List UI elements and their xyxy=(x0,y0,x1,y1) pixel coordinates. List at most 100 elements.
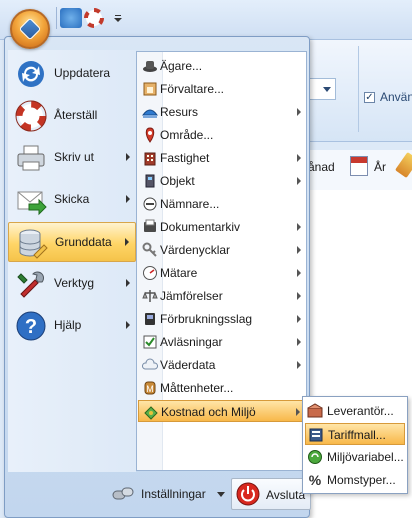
submenu-item-label: Kostnad och Miljö xyxy=(161,405,256,419)
submenu-arrow-icon xyxy=(296,408,300,416)
submenu-item-label: Väderdata xyxy=(160,358,216,372)
submenu-item-forvaltare[interactable]: Förvaltare... xyxy=(138,78,305,100)
menu-footer: Inställningar Avsluta xyxy=(8,474,311,516)
submenu-item-kostnad-och-miljo[interactable]: Kostnad och Miljö xyxy=(138,400,305,422)
chevron-down-icon xyxy=(217,492,225,497)
help-icon: ? xyxy=(15,310,47,342)
manager-icon xyxy=(142,81,158,97)
flyout-item-miljovariabel[interactable]: Miljövariabel... xyxy=(305,446,405,468)
submenu-item-dokumentarkiv[interactable]: Dokumentarkiv xyxy=(138,216,305,238)
menu-item-grunddata[interactable]: Grunddata xyxy=(8,222,136,262)
database-icon xyxy=(16,227,48,259)
readings-icon xyxy=(142,334,158,350)
ribbon-group: ✓ Använ xyxy=(300,40,412,142)
menu-item-hjalp[interactable]: ? Hjälp xyxy=(8,306,136,346)
flyout-item-leverantor[interactable]: Leverantör... xyxy=(305,400,405,422)
flyout-item-momstyper[interactable]: % Momstyper... xyxy=(305,469,405,491)
submenu-item-label: Ägare... xyxy=(160,59,203,73)
qat-customize-icon[interactable] xyxy=(112,8,124,28)
submenu-item-forbrukningsslag[interactable]: Förbrukningsslag xyxy=(138,308,305,330)
svg-text:M: M xyxy=(146,384,154,394)
property-icon xyxy=(142,150,158,166)
menu-item-label: Hjälp xyxy=(54,318,82,332)
submenu-item-label: Måttenheter... xyxy=(160,381,234,395)
flyout-item-label: Tariffmall... xyxy=(328,428,386,442)
qat-refresh-icon[interactable] xyxy=(60,8,82,28)
area-icon xyxy=(142,127,158,143)
svg-text:?: ? xyxy=(25,316,37,338)
send-mail-icon xyxy=(15,184,47,216)
pencil-icon[interactable] xyxy=(394,151,412,179)
submenu-item-label: Mätare xyxy=(160,266,198,280)
submenu-item-label: Resurs xyxy=(160,105,199,119)
submenu-item-fastighet[interactable]: Fastighet xyxy=(138,147,305,169)
consumption-type-icon xyxy=(142,311,158,327)
weather-icon xyxy=(141,357,159,373)
power-icon xyxy=(236,482,260,506)
denominator-icon xyxy=(142,196,158,212)
meter-icon xyxy=(142,265,158,281)
ribbon-checkbox[interactable]: ✓ xyxy=(364,92,375,103)
menu-item-uppdatera[interactable]: Uppdatera xyxy=(8,54,136,94)
year-button-label[interactable]: År xyxy=(374,160,386,174)
resource-icon xyxy=(142,104,158,120)
submenu-arrow-icon xyxy=(297,338,301,346)
submenu-item-mattenheter[interactable]: M Måttenheter... xyxy=(138,377,305,399)
submenu-item-label: Objekt xyxy=(160,174,195,188)
submenu-item-namnare[interactable]: Nämnare... xyxy=(138,193,305,215)
submenu-item-vaderdata[interactable]: Väderdata xyxy=(138,354,305,376)
ribbon-period-row: ånad År xyxy=(300,150,412,190)
submenu-arrow-icon xyxy=(297,292,301,300)
printer-icon xyxy=(15,142,47,174)
submenu-item-omrade[interactable]: Område... xyxy=(138,124,305,146)
menu-item-aterstall[interactable]: Återställ xyxy=(8,96,136,136)
submenu-arrow-icon xyxy=(297,246,301,254)
submenu-item-objekt[interactable]: Objekt xyxy=(138,170,305,192)
submenu-item-label: Avläsningar xyxy=(160,335,223,349)
flyout-item-label: Leverantör... xyxy=(327,404,394,418)
submenu-item-avlasningar[interactable]: Avläsningar xyxy=(138,331,305,353)
menu-item-label: Skicka xyxy=(54,192,90,206)
document-archive-icon xyxy=(142,219,158,235)
submenu-item-resurs[interactable]: Resurs xyxy=(138,101,305,123)
app-logo-icon xyxy=(18,17,42,41)
toolbar-separator xyxy=(56,7,57,29)
grunddata-submenu: Ägare... Förvaltare... Resurs Område... … xyxy=(136,51,307,471)
flyout-item-label: Miljövariabel... xyxy=(327,450,404,464)
menu-item-label: Skriv ut xyxy=(54,150,95,164)
menu-item-label: Uppdatera xyxy=(54,66,111,80)
environment-variable-icon xyxy=(307,449,323,465)
application-orb-button[interactable] xyxy=(10,9,50,49)
settings-button[interactable]: Inställningar xyxy=(111,478,229,510)
settings-button-label: Inställningar xyxy=(141,487,206,501)
calendar-icon[interactable] xyxy=(350,156,368,176)
qat-lifebuoy-icon[interactable] xyxy=(84,8,106,28)
submenu-item-label: Jämförelser xyxy=(160,289,223,303)
submenu-arrow-icon xyxy=(297,361,301,369)
submenu-arrow-icon xyxy=(297,269,301,277)
menu-item-skicka[interactable]: Skicka xyxy=(8,180,136,220)
quick-access-toolbar xyxy=(0,0,412,40)
menu-item-verktyg[interactable]: Verktyg xyxy=(8,264,136,304)
submenu-item-jamforelser[interactable]: Jämförelser xyxy=(138,285,305,307)
submenu-item-matare[interactable]: Mätare xyxy=(138,262,305,284)
submenu-arrow-icon xyxy=(126,321,130,329)
exit-button-label: Avsluta xyxy=(266,488,306,502)
submenu-arrow-icon xyxy=(125,238,129,246)
application-menu: Uppdatera Återställ Skriv ut Skicka Grun… xyxy=(4,36,311,518)
tools-icon xyxy=(15,268,47,300)
submenu-item-agare[interactable]: Ägare... xyxy=(138,55,305,77)
menu-item-skriv-ut[interactable]: Skriv ut xyxy=(8,138,136,178)
comparison-icon xyxy=(142,288,158,304)
ribbon-combobox[interactable] xyxy=(308,78,336,100)
submenu-arrow-icon xyxy=(297,315,301,323)
svg-text:%: % xyxy=(309,472,322,488)
submenu-item-vardenycklar[interactable]: Värdenycklar xyxy=(138,239,305,261)
submenu-item-label: Förvaltare... xyxy=(160,82,225,96)
submenu-arrow-icon xyxy=(297,177,301,185)
flyout-item-tariffmall[interactable]: Tariffmall... xyxy=(305,423,405,445)
month-button-label[interactable]: ånad xyxy=(308,160,335,174)
units-icon: M xyxy=(142,380,158,396)
main-menu-pane: Uppdatera Återställ Skriv ut Skicka Grun… xyxy=(8,50,136,472)
exit-button[interactable]: Avsluta xyxy=(231,478,311,510)
